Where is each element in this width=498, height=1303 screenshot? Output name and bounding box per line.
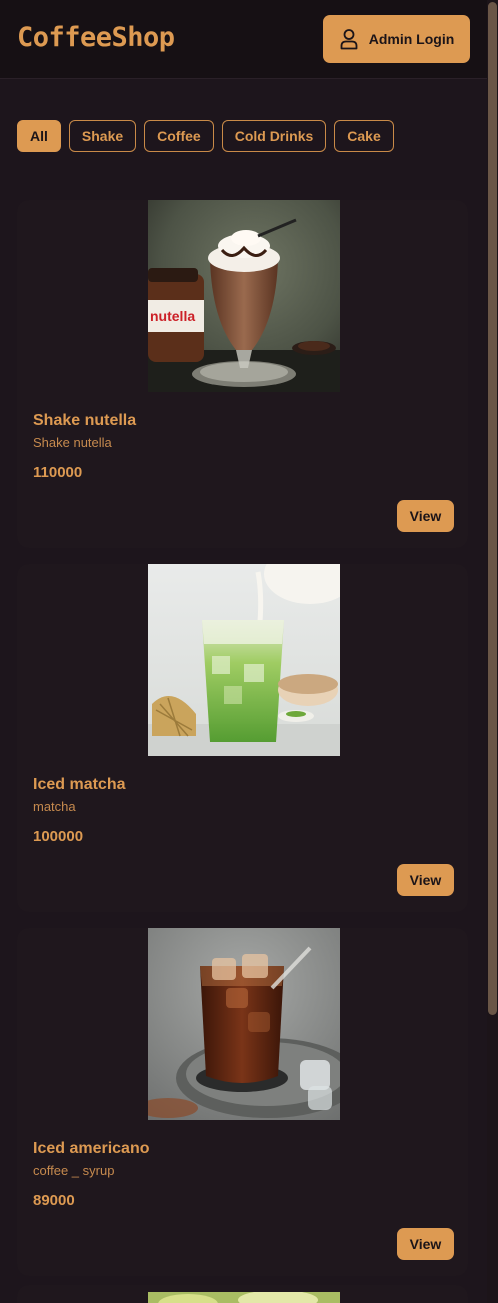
category-filters: All Shake Coffee Cold Drinks Cake — [17, 120, 394, 152]
product-description: coffee _ syrup — [33, 1163, 115, 1178]
product-name: Iced matcha — [33, 776, 126, 793]
product-price: 89000 — [33, 1192, 75, 1209]
filter-cold-drinks[interactable]: Cold Drinks — [221, 120, 327, 152]
product-name: Iced americano — [33, 1140, 150, 1157]
product-card: Iced matcha matcha 100000 View — [17, 564, 468, 912]
product-description: matcha — [33, 799, 76, 814]
product-card: nutella Shake nutella Shake nutella 1100… — [17, 200, 468, 548]
product-name: Shake nutella — [33, 412, 137, 429]
page: CoffeeShop Admin Login All Shake Coffee … — [0, 0, 498, 1303]
product-photo-partial — [148, 1292, 340, 1303]
product-card: Iced americano coffee _ syrup 89000 View — [17, 928, 468, 1276]
view-button[interactable]: View — [397, 864, 454, 896]
admin-login-label: Admin Login — [368, 31, 455, 47]
scrollbar-thumb[interactable] — [488, 2, 497, 1015]
svg-text:nutella: nutella — [150, 308, 195, 324]
view-button[interactable]: View — [397, 1228, 454, 1260]
nutella-shake-photo: nutella — [148, 200, 340, 392]
product-price: 100000 — [33, 828, 84, 845]
product-card-partial — [17, 1285, 468, 1303]
filter-shake[interactable]: Shake — [68, 120, 137, 152]
product-price: 110000 — [33, 464, 83, 481]
admin-login-button[interactable]: Admin Login — [323, 15, 470, 63]
logo[interactable]: CoffeeShop — [17, 22, 175, 53]
filter-coffee[interactable]: Coffee — [144, 120, 214, 152]
iced-americano-photo — [148, 928, 340, 1120]
product-description: Shake nutella — [33, 435, 112, 450]
app-header: CoffeeShop Admin Login — [0, 0, 487, 79]
user-icon — [339, 28, 359, 50]
filter-all[interactable]: All — [17, 120, 61, 152]
iced-matcha-photo — [148, 564, 340, 756]
view-button[interactable]: View — [397, 500, 454, 532]
filter-cake[interactable]: Cake — [334, 120, 394, 152]
